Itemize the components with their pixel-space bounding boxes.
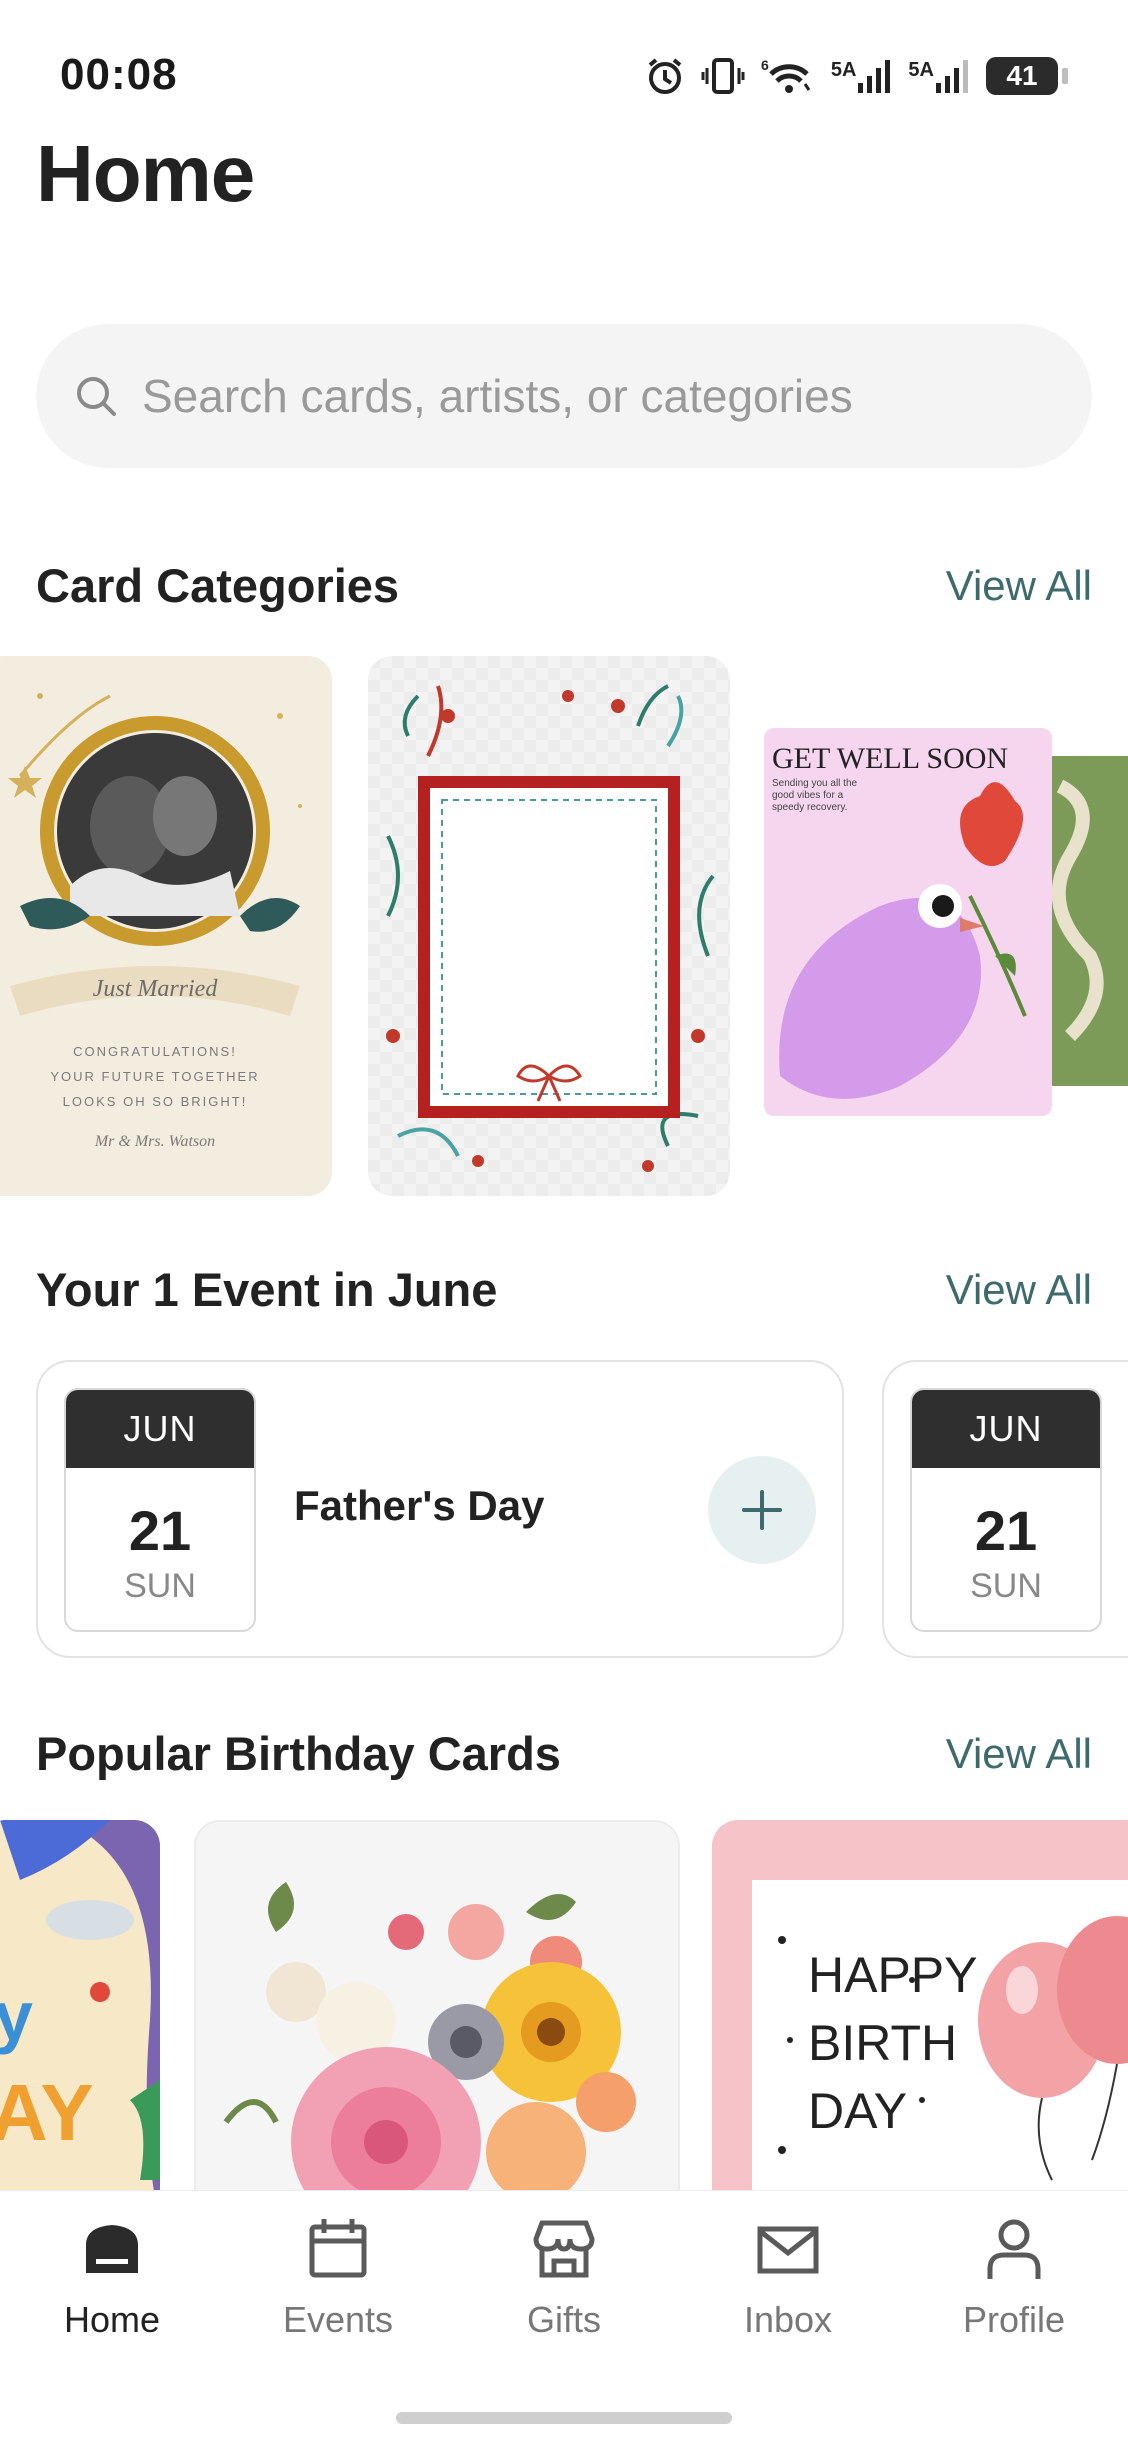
battery-icon: 41 [986, 57, 1058, 95]
events-header: Your 1 Event in June View All [36, 1262, 1092, 1317]
get-well-subtext-1: Sending you all the [772, 778, 858, 789]
signal-1-label: 5A [830, 59, 857, 81]
get-well-headline: GET WELL SOON [772, 742, 1008, 775]
search-placeholder: Search cards, artists, or categories [142, 370, 853, 422]
signal-bars-icon [936, 60, 968, 93]
nav-profile[interactable]: Profile [924, 2215, 1104, 2341]
wedding-line-2: YOUR FUTURE TOGETHER [50, 1069, 259, 1084]
bottom-navigation: Home Events Gifts Inbox Profile [0, 2190, 1128, 2444]
status-icons: 6 5A 5A 41 [645, 48, 1068, 104]
battery-level: 41 [1006, 60, 1038, 91]
event-card[interactable]: JUN 21 SUN [882, 1360, 1128, 1658]
floral-bouquet-art [223, 1882, 636, 2190]
event-date: JUN 21 SUN [910, 1388, 1102, 1632]
search-input[interactable]: Search cards, artists, or categories [36, 324, 1092, 468]
nav-gifts[interactable]: Gifts [474, 2215, 654, 2341]
battery-indicator: 41 [986, 57, 1068, 95]
home-indicator[interactable] [396, 2412, 732, 2424]
birthday-card-balloons[interactable]: HAPPY BIRTH DAY [712, 1820, 1128, 2190]
category-card-floral-frame[interactable] [368, 656, 730, 1196]
nav-inbox[interactable]: Inbox [698, 2215, 878, 2341]
page-title: Home [36, 129, 255, 218]
bday-text-birth: BIRTH [808, 2015, 957, 2071]
event-day: 21 [974, 1499, 1038, 1562]
event-weekday: SUN [970, 1567, 1042, 1605]
event-name: Father's Day [294, 1482, 545, 1529]
events-title: Your 1 Event in June [36, 1263, 498, 1316]
signal-1: 5A [831, 59, 893, 93]
vibrate-icon [701, 58, 745, 94]
event-month: JUN [66, 1390, 254, 1468]
nav-home-label: Home [63, 2299, 161, 2340]
category-card-get-well[interactable]: GET WELL SOON Sending you all the good v… [760, 656, 1128, 1196]
wifi-icon: 6 [761, 57, 811, 93]
categories-view-all-link[interactable]: View All [946, 562, 1092, 610]
colorful-birthday-art: y AY [0, 1820, 160, 2190]
event-day: 21 [128, 1499, 192, 1562]
wedding-signature: Mr & Mrs. Watson [94, 1133, 215, 1150]
wedding-line-1: CONGRATULATIONS! [73, 1044, 237, 1059]
calendar-icon [309, 2219, 367, 2278]
search-icon [77, 377, 116, 416]
mail-icon [757, 2226, 819, 2274]
birthday-card-colorful[interactable]: y AY [0, 1820, 160, 2190]
event-month: JUN [912, 1390, 1100, 1468]
bday-text-day: DAY [808, 2083, 907, 2139]
colorful-letter-y: y [0, 1977, 33, 2055]
store-icon [533, 2220, 595, 2278]
event-weekday: SUN [124, 1567, 196, 1605]
nav-events-label: Events [282, 2299, 394, 2340]
nav-inbox-label: Inbox [743, 2299, 833, 2340]
nav-home[interactable]: Home [22, 2215, 202, 2341]
signal-2: 5A [908, 59, 970, 93]
birthday-carousel[interactable]: y AY HAPPY BIRTH DAY [0, 1820, 1128, 2190]
signal-bars-icon [858, 60, 891, 93]
birthday-title: Popular Birthday Cards [36, 1727, 561, 1780]
signal-2-label: 5A [908, 59, 934, 81]
nav-gifts-label: Gifts [526, 2299, 601, 2340]
birthday-card-floral[interactable] [194, 1820, 680, 2190]
status-time: 00:08 [60, 50, 178, 99]
floral-frame-art [368, 656, 730, 1196]
battery-cap [1062, 68, 1068, 84]
bday-text-happy: HAPPY [808, 1947, 978, 2003]
alarm-icon [648, 58, 682, 94]
get-well-subtext-2: good vibes for a [772, 790, 844, 801]
wedding-card-art: Just Married CONGRATULATIONS! YOUR FUTUR… [8, 693, 302, 1150]
wedding-line-3: LOOKS OH SO BRIGHT! [63, 1094, 248, 1109]
nav-events[interactable]: Events [248, 2215, 428, 2341]
birthday-header: Popular Birthday Cards View All [36, 1726, 1092, 1781]
svg-text:6: 6 [761, 57, 769, 73]
events-view-all-link[interactable]: View All [946, 1266, 1092, 1314]
event-card[interactable]: JUN 21 SUN Father's Day [36, 1360, 844, 1658]
categories-title: Card Categories [36, 559, 400, 612]
get-well-art: GET WELL SOON Sending you all the good v… [764, 728, 1128, 1116]
balloons-art: HAPPY BIRTH DAY [752, 1880, 1128, 2190]
colorful-letters-ay: AY [0, 2068, 94, 2157]
add-event-card-button[interactable] [708, 1456, 816, 1564]
plus-icon [742, 1490, 782, 1530]
category-card-wedding[interactable]: Just Married CONGRATULATIONS! YOUR FUTUR… [0, 656, 332, 1196]
wedding-script: Just Married [93, 976, 219, 1002]
person-icon [987, 2219, 1041, 2279]
categories-carousel[interactable]: Just Married CONGRATULATIONS! YOUR FUTUR… [0, 656, 1128, 1196]
home-icon [86, 2225, 138, 2273]
categories-header: Card Categories View All [36, 558, 1092, 613]
event-date: JUN 21 SUN [64, 1388, 256, 1632]
nav-profile-label: Profile [962, 2299, 1066, 2340]
status-bar: 00:08 6 5A 5A 41 [0, 0, 1128, 140]
birthday-view-all-link[interactable]: View All [946, 1730, 1092, 1778]
get-well-subtext-3: speedy recovery. [772, 802, 847, 813]
